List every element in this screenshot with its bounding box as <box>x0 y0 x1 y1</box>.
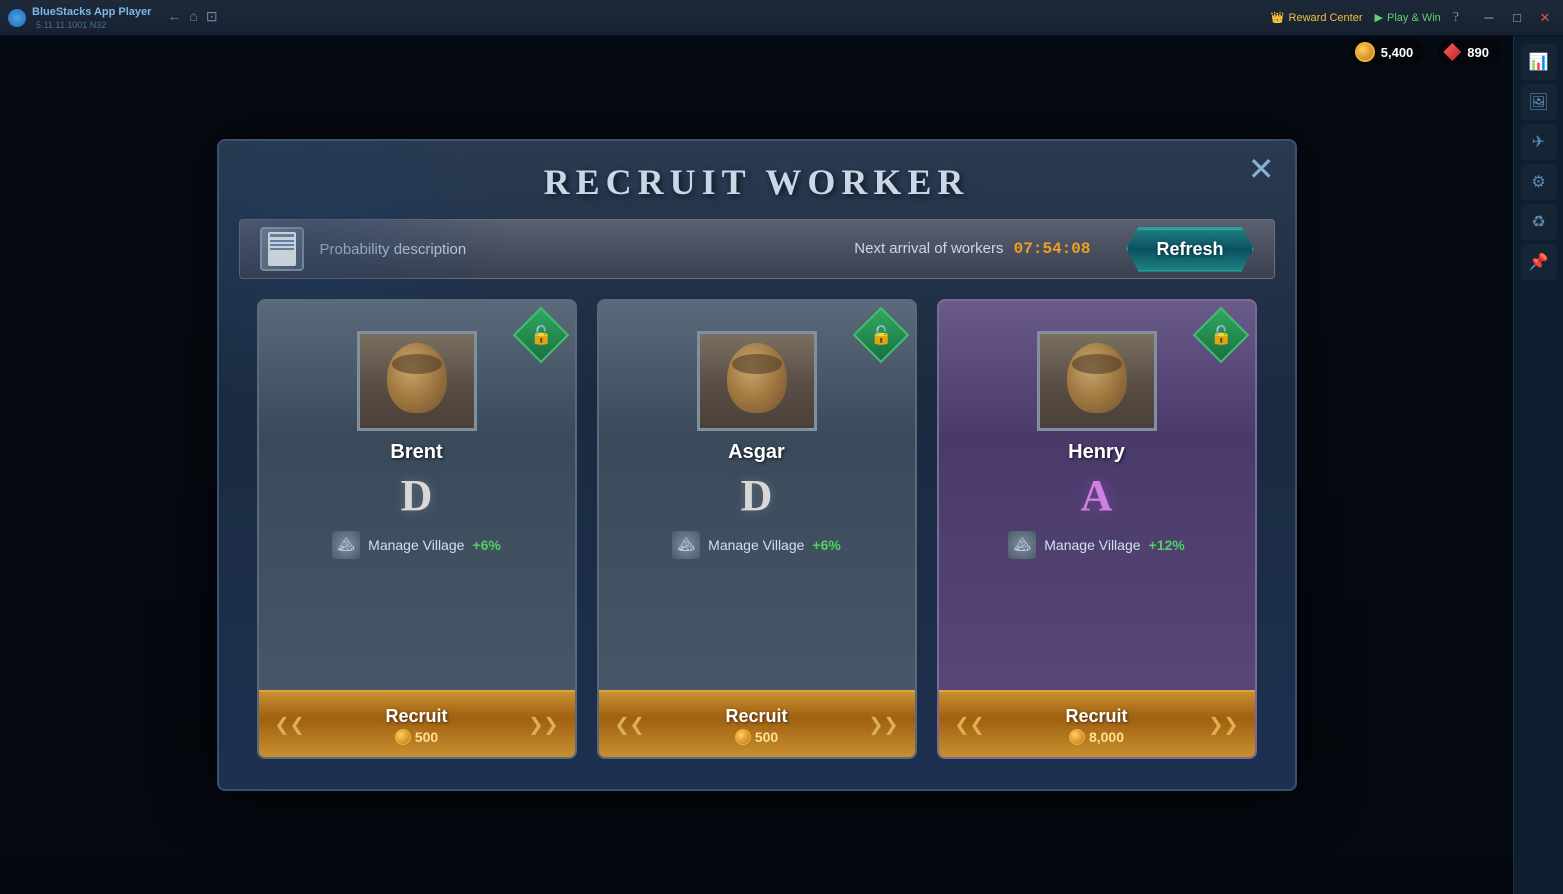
probability-label[interactable]: Probability description <box>320 241 467 258</box>
sidebar-icon-chart[interactable]: 📊 <box>1521 44 1557 80</box>
refresh-button[interactable]: Refresh <box>1126 227 1253 272</box>
skill-row-0: 🏔 Manage Village +6% <box>279 531 555 559</box>
titlebar: BlueStacks App Player 5.11.11.1001 N32 ←… <box>0 0 1563 36</box>
minimize-button[interactable]: ─ <box>1479 10 1499 26</box>
modal-overlay: RECRUIT WORKER ✕ Probability description… <box>0 36 1513 894</box>
crown-icon: 👑 <box>1271 11 1285 24</box>
avatar-face-1 <box>727 343 787 413</box>
gems-display: 890 <box>1437 40 1501 64</box>
avatar-img-0 <box>360 334 474 428</box>
app-logo <box>8 9 26 27</box>
recruit-button-1[interactable]: Recruit 500 <box>599 690 915 757</box>
app-name: BlueStacks App Player <box>32 6 151 18</box>
modal-header: RECRUIT WORKER ✕ <box>219 141 1295 219</box>
reward-center-button[interactable]: 👑 Reward Center <box>1271 11 1363 24</box>
close-button[interactable]: ✕ <box>1535 10 1555 26</box>
worker-grade-1: D <box>741 470 773 521</box>
play-icon: ▶ <box>1375 11 1383 24</box>
lock-icon-1: 🔓 <box>852 307 909 364</box>
skill-name-2: Manage Village <box>1044 537 1140 553</box>
play-win-button[interactable]: ▶ Play & Win <box>1375 11 1441 24</box>
lock-icon-0: 🔓 <box>512 307 569 364</box>
document-icon <box>268 232 296 266</box>
skill-bonus-2: +12% <box>1149 537 1185 553</box>
cost-value-0: 500 <box>415 729 438 745</box>
avatar-face-2 <box>1067 343 1127 413</box>
skill-icon-1: 🏔 <box>672 531 700 559</box>
home-button[interactable]: ⌂ <box>189 10 197 26</box>
skill-name-1: Manage Village <box>708 537 804 553</box>
worker-name-0: Brent <box>390 441 442 464</box>
worker-name-1: Asgar <box>728 441 785 464</box>
worker-card-henry: 🔓 Henry A 🏔 Manage Village +12% Recruit … <box>937 299 1257 759</box>
window-button[interactable]: ⊡ <box>206 9 218 26</box>
skill-icon-2: 🏔 <box>1008 531 1036 559</box>
skill-row-2: 🏔 Manage Village +12% <box>959 531 1235 559</box>
coin-value: 5,400 <box>1381 45 1414 60</box>
sidebar-icon-refresh[interactable]: ♻ <box>1521 204 1557 240</box>
avatar-frame-0 <box>357 331 477 431</box>
maximize-button[interactable]: □ <box>1507 10 1527 26</box>
back-button[interactable]: ← <box>167 10 181 26</box>
workers-cards-container: 🔓 Brent D 🏔 Manage Village +6% Recruit 5… <box>219 299 1295 759</box>
right-sidebar: 📊 🖼 ✈ ⚙ ♻ 📌 <box>1513 36 1563 894</box>
recruit-button-2[interactable]: Recruit 8,000 <box>939 690 1255 757</box>
worker-grade-0: D <box>401 470 433 521</box>
avatar-img-1 <box>700 334 814 428</box>
sidebar-icon-gear[interactable]: ⚙ <box>1521 164 1557 200</box>
skill-bonus-0: +6% <box>472 537 500 553</box>
worker-grade-2: A <box>1081 470 1113 521</box>
modal-close-button[interactable]: ✕ <box>1248 153 1275 185</box>
info-bar: Probability description Next arrival of … <box>239 219 1275 279</box>
lock-icon-2: 🔓 <box>1192 307 1249 364</box>
app-version: 5.11.11.1001 N32 <box>36 20 151 30</box>
gem-icon <box>1443 43 1461 61</box>
recruit-cost-1: 500 <box>599 729 915 745</box>
avatar-img-2 <box>1040 334 1154 428</box>
skill-row-1: 🏔 Manage Village +6% <box>619 531 895 559</box>
cost-value-2: 8,000 <box>1089 729 1124 745</box>
modal-title: RECRUIT WORKER <box>219 161 1295 203</box>
skill-name-0: Manage Village <box>368 537 464 553</box>
game-area: RECRUIT WORKER ✕ Probability description… <box>0 36 1513 894</box>
help-icon[interactable]: ? <box>1453 10 1459 26</box>
sidebar-icon-airplane[interactable]: ✈ <box>1521 124 1557 160</box>
recruit-label-0: Recruit <box>259 706 575 727</box>
cost-coin-icon-0 <box>395 729 411 745</box>
gem-value: 890 <box>1467 45 1489 60</box>
probability-icon[interactable] <box>260 227 304 271</box>
recruit-label-1: Recruit <box>599 706 915 727</box>
coin-icon <box>1355 42 1375 62</box>
skill-bonus-1: +6% <box>812 537 840 553</box>
sidebar-icon-image[interactable]: 🖼 <box>1521 84 1557 120</box>
titlebar-controls: 👑 Reward Center ▶ Play & Win ? ─ □ ✕ <box>1271 10 1555 26</box>
recruit-label-2: Recruit <box>939 706 1255 727</box>
window-controls: ─ □ ✕ <box>1479 10 1555 26</box>
skill-icon-0: 🏔 <box>332 531 360 559</box>
recruit-worker-modal: RECRUIT WORKER ✕ Probability description… <box>217 139 1297 791</box>
arrival-timer: 07:54:08 <box>1014 240 1091 258</box>
worker-card-asgar: 🔓 Asgar D 🏔 Manage Village +6% Recruit 5… <box>597 299 917 759</box>
avatar-face-0 <box>387 343 447 413</box>
recruit-button-0[interactable]: Recruit 500 <box>259 690 575 757</box>
cost-coin-icon-1 <box>735 729 751 745</box>
sidebar-icon-pin[interactable]: 📌 <box>1521 244 1557 280</box>
recruit-cost-0: 500 <box>259 729 575 745</box>
titlebar-nav: ← ⌂ ⊡ <box>167 9 217 26</box>
worker-card-brent: 🔓 Brent D 🏔 Manage Village +6% Recruit 5… <box>257 299 577 759</box>
cost-coin-icon-2 <box>1069 729 1085 745</box>
currency-bar: 5,400 890 <box>1337 36 1513 68</box>
worker-name-2: Henry <box>1068 441 1125 464</box>
avatar-frame-1 <box>697 331 817 431</box>
cost-value-1: 500 <box>755 729 778 745</box>
avatar-frame-2 <box>1037 331 1157 431</box>
recruit-cost-2: 8,000 <box>939 729 1255 745</box>
arrival-text: Next arrival of workers 07:54:08 <box>854 240 1090 258</box>
coins-display: 5,400 <box>1349 39 1426 65</box>
